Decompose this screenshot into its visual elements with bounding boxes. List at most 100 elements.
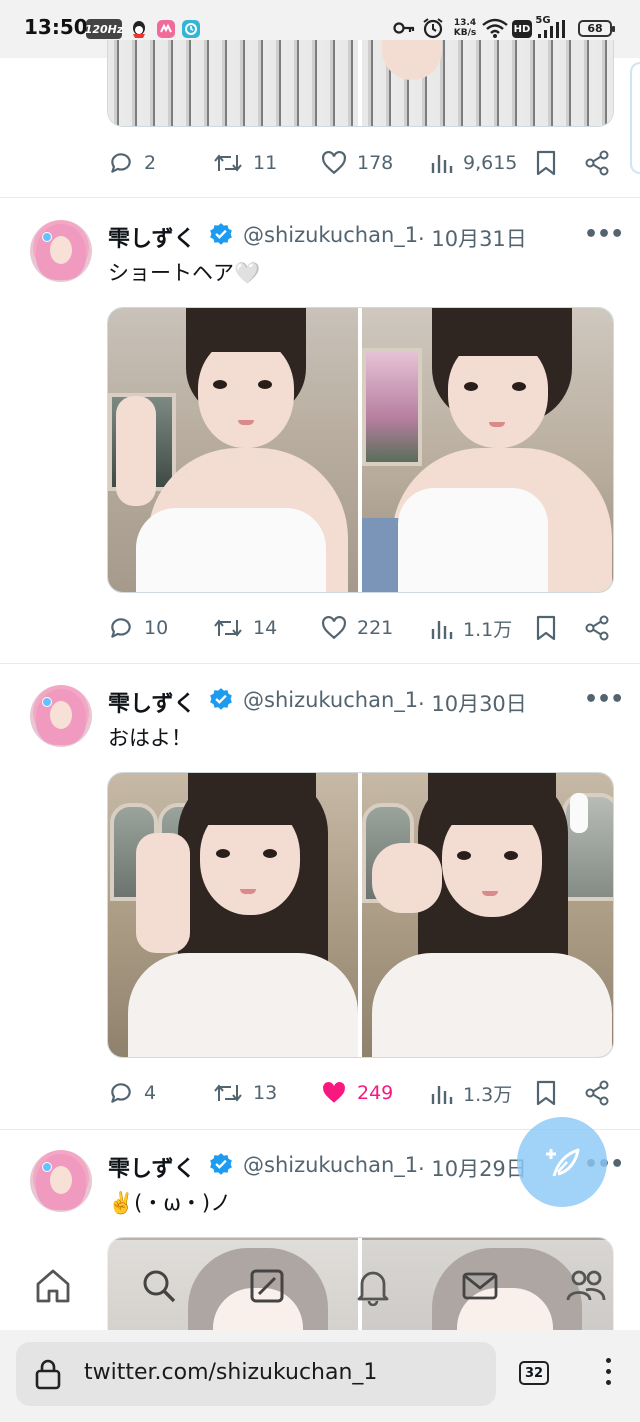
grok-icon bbox=[250, 1269, 284, 1303]
tweet-media[interactable] bbox=[107, 772, 614, 1058]
retweet-button[interactable]: 14 bbox=[213, 615, 277, 641]
views-count: 1.1万 bbox=[463, 619, 513, 641]
tweet-media[interactable] bbox=[107, 40, 614, 127]
tab-communities[interactable] bbox=[564, 1264, 608, 1308]
author-handle[interactable]: @shizukuchan_1 bbox=[243, 1153, 418, 1177]
reply-button[interactable]: 4 bbox=[108, 1080, 156, 1106]
tweet-text: おはよ！ bbox=[108, 726, 192, 750]
url-text[interactable]: twitter.com/shizukuchan_1 bbox=[84, 1360, 377, 1385]
key-icon bbox=[393, 20, 415, 40]
notifications-icon bbox=[357, 1271, 389, 1306]
like-count: 221 bbox=[357, 617, 394, 639]
reply-button[interactable]: 2 bbox=[108, 150, 156, 176]
communities-icon bbox=[566, 1270, 606, 1301]
browser-menu-icon[interactable] bbox=[604, 1358, 612, 1391]
tweet-text: ショートヘア🤍 bbox=[108, 261, 261, 285]
bookmark-icon bbox=[536, 1080, 556, 1106]
avatar[interactable] bbox=[30, 685, 92, 747]
retweet-count: 14 bbox=[253, 617, 278, 639]
avatar[interactable] bbox=[30, 1150, 92, 1212]
side-panel-handle[interactable] bbox=[630, 62, 640, 174]
tab-notifications[interactable] bbox=[351, 1264, 395, 1308]
tweet-photo[interactable] bbox=[108, 40, 358, 126]
tab-search[interactable] bbox=[137, 1264, 181, 1308]
tab-messages[interactable] bbox=[458, 1264, 502, 1308]
lock-icon[interactable] bbox=[34, 1358, 62, 1390]
share-icon bbox=[585, 615, 609, 641]
retweet-button[interactable]: 11 bbox=[213, 150, 277, 176]
tweet-photo[interactable] bbox=[108, 308, 358, 592]
compose-feather-icon bbox=[546, 1148, 580, 1177]
views-icon bbox=[431, 1085, 453, 1104]
share-icon bbox=[585, 1080, 609, 1106]
verified-badge-icon bbox=[210, 223, 232, 245]
like-button[interactable]: 221 bbox=[321, 615, 393, 641]
tab-grok[interactable] bbox=[245, 1264, 289, 1308]
reply-count: 10 bbox=[144, 617, 169, 639]
reply-count: 2 bbox=[144, 152, 157, 174]
tweet-photo[interactable] bbox=[362, 773, 613, 1057]
author-name[interactable]: 雫しずく bbox=[108, 1151, 196, 1183]
bottom-tab-bar bbox=[0, 1240, 640, 1330]
retweet-button[interactable]: 13 bbox=[213, 1080, 277, 1106]
retweet-icon bbox=[214, 154, 242, 172]
tab-home[interactable] bbox=[31, 1264, 75, 1308]
views-button[interactable]: 1.3万 bbox=[429, 1080, 512, 1107]
retweet-icon bbox=[214, 1084, 242, 1102]
retweet-icon bbox=[214, 619, 242, 637]
tweet-date[interactable]: · 10月30日 bbox=[418, 688, 527, 718]
avatar[interactable] bbox=[30, 220, 92, 282]
search-icon bbox=[143, 1270, 176, 1303]
net-speed: 13.4 KB/s bbox=[451, 18, 479, 38]
tweet-media[interactable] bbox=[107, 307, 614, 593]
like-button[interactable]: 249 bbox=[321, 1080, 393, 1106]
tab-switcher-button[interactable]: 32 bbox=[519, 1361, 549, 1385]
tweet-date[interactable]: · 10月31日 bbox=[418, 223, 527, 253]
reply-icon bbox=[111, 153, 131, 173]
bookmark-icon bbox=[536, 150, 556, 176]
messages-icon bbox=[462, 1272, 498, 1300]
views-button[interactable]: 9,615 bbox=[429, 150, 517, 176]
views-count: 1.3万 bbox=[463, 1084, 513, 1106]
share-button[interactable] bbox=[584, 615, 610, 641]
like-count: 178 bbox=[357, 152, 394, 174]
more-options-icon[interactable]: ••• bbox=[584, 687, 624, 712]
like-icon bbox=[322, 615, 346, 640]
author-handle[interactable]: @shizukuchan_1 bbox=[243, 688, 418, 712]
retweet-count: 13 bbox=[253, 1082, 278, 1104]
reply-button[interactable]: 10 bbox=[108, 615, 168, 641]
status-time: 13:50 bbox=[24, 15, 88, 39]
browser-toolbar: twitter.com/shizukuchan_1 32 bbox=[0, 1330, 640, 1422]
retweet-count: 11 bbox=[253, 152, 278, 174]
bookmark-button[interactable] bbox=[535, 1080, 557, 1106]
author-name[interactable]: 雫しずく bbox=[108, 221, 196, 253]
tweet-photo[interactable] bbox=[362, 308, 613, 592]
like-filled-icon bbox=[323, 1082, 345, 1103]
like-button[interactable]: 178 bbox=[321, 150, 393, 176]
author-handle[interactable]: @shizukuchan_1 bbox=[243, 223, 418, 247]
like-icon bbox=[322, 150, 346, 175]
views-count: 9,615 bbox=[463, 152, 518, 174]
net-speed-unit: KB/s bbox=[453, 28, 477, 38]
reply-count: 4 bbox=[144, 1082, 157, 1104]
compose-tweet-button[interactable] bbox=[517, 1117, 607, 1207]
more-options-icon[interactable]: ••• bbox=[584, 222, 624, 247]
share-button[interactable] bbox=[584, 150, 610, 176]
tweet-photo[interactable] bbox=[362, 40, 613, 126]
bookmark-button[interactable] bbox=[535, 615, 557, 641]
views-icon bbox=[431, 620, 453, 639]
verified-badge-icon bbox=[210, 688, 232, 710]
tweet-photo[interactable] bbox=[108, 773, 358, 1057]
tweet-divider bbox=[0, 663, 640, 664]
bookmark-button[interactable] bbox=[535, 150, 557, 176]
home-icon bbox=[36, 1269, 70, 1303]
verified-badge-icon bbox=[210, 1153, 232, 1175]
tweet-date[interactable]: · 10月29日 bbox=[418, 1153, 527, 1183]
views-button[interactable]: 1.1万 bbox=[429, 615, 512, 642]
reply-icon bbox=[111, 618, 131, 638]
net-speed-value: 13.4 bbox=[453, 18, 477, 28]
refresh-rate-badge: 120Hz bbox=[85, 19, 123, 39]
share-button[interactable] bbox=[584, 1080, 610, 1106]
author-name[interactable]: 雫しずく bbox=[108, 686, 196, 718]
bookmark-icon bbox=[536, 615, 556, 641]
